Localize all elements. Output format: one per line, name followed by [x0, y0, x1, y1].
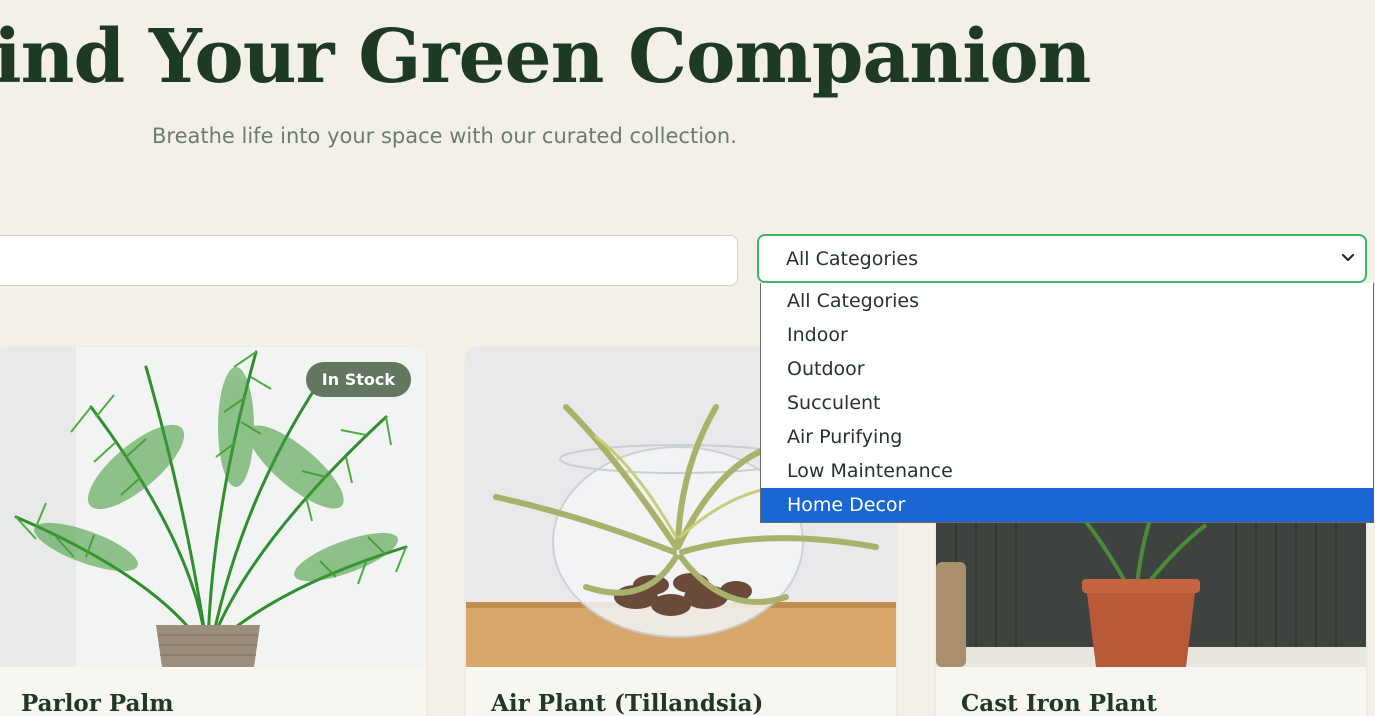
category-option-succulent[interactable]: Succulent — [761, 386, 1373, 420]
category-option-air-purifying[interactable]: Air Purifying — [761, 420, 1373, 454]
category-option-low-maintenance[interactable]: Low Maintenance — [761, 454, 1373, 488]
page: Find Your Green Companion Breathe life i… — [0, 0, 1375, 716]
category-select-value: All Categories — [786, 247, 919, 270]
category-option-indoor[interactable]: Indoor — [761, 318, 1373, 352]
chevron-down-icon — [1342, 254, 1354, 261]
page-title: Find Your Green Companion — [0, 14, 1091, 100]
category-option-all[interactable]: All Categories — [761, 284, 1373, 318]
status-badge: In Stock — [305, 362, 411, 397]
category-dropdown-list: All Categories Indoor Outdoor Succulent … — [760, 283, 1374, 523]
page-subtitle: Breathe life into your space with our cu… — [152, 124, 737, 148]
category-option-home-decor[interactable]: Home Decor — [761, 488, 1373, 522]
product-name[interactable]: Cast Iron Plant — [961, 690, 1157, 716]
category-select[interactable]: All Categories — [757, 234, 1367, 283]
product-name[interactable]: Air Plant (Tillandsia) — [491, 690, 763, 716]
product-name[interactable]: Parlor Palm — [21, 690, 174, 716]
product-card[interactable]: In Stock Parlor Palm — [0, 347, 426, 716]
search-input[interactable] — [0, 235, 738, 286]
category-option-outdoor[interactable]: Outdoor — [761, 352, 1373, 386]
